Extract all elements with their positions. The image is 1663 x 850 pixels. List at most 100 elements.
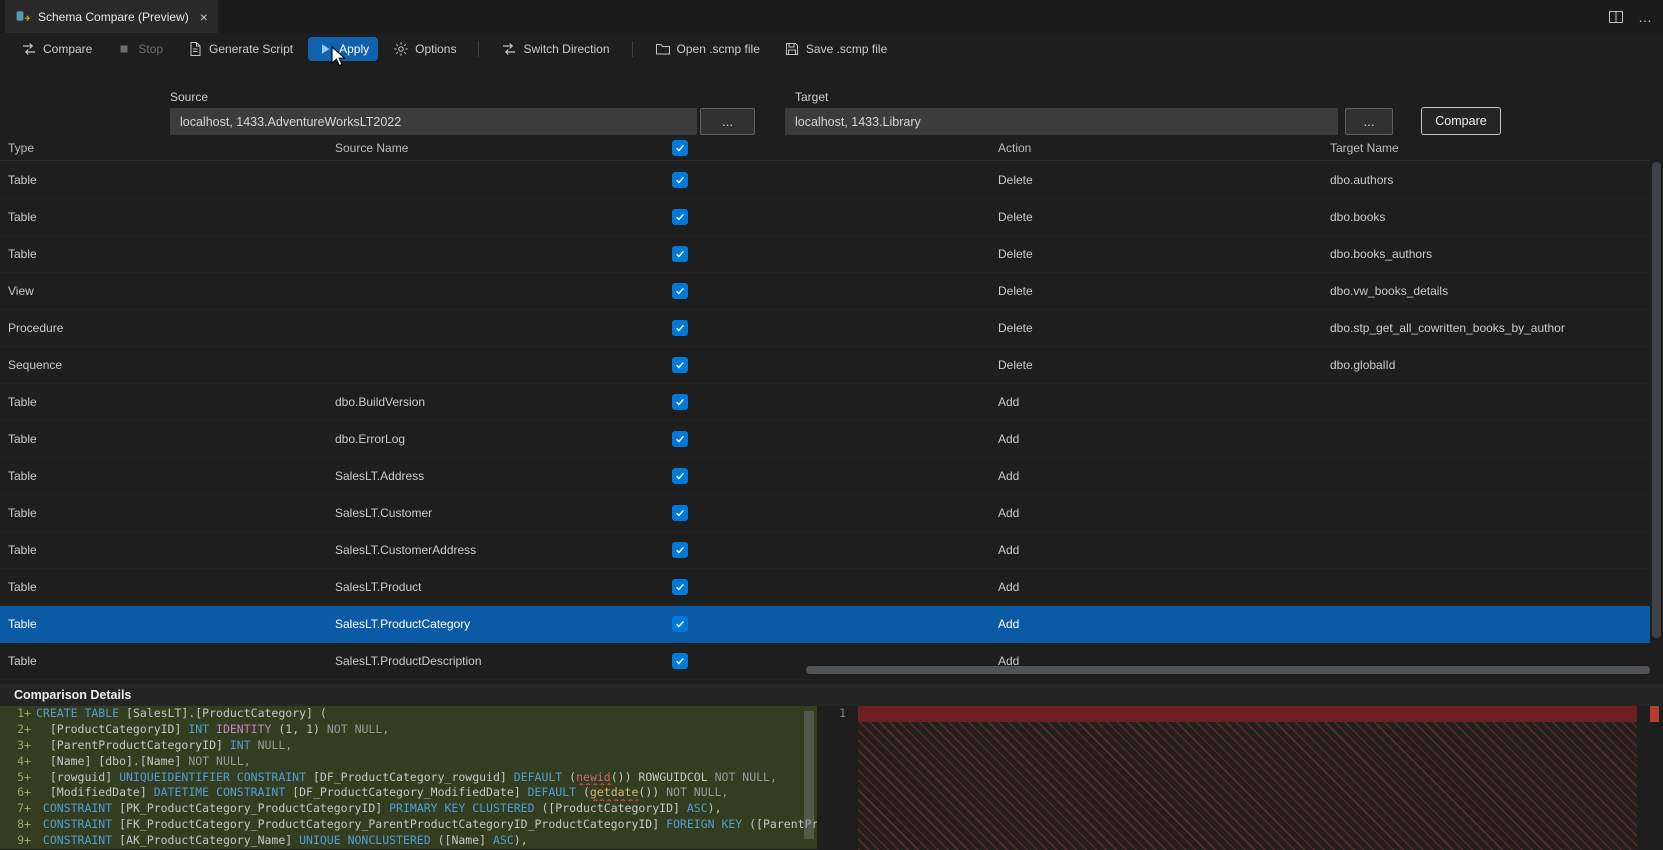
generate-script-button[interactable]: Generate Script: [178, 37, 302, 61]
include-checkbox[interactable]: [672, 246, 688, 262]
toolbar-separator: [478, 40, 480, 57]
table-row[interactable]: Table Delete dbo.authors: [0, 162, 1650, 199]
table-row[interactable]: Table Delete dbo.books_authors: [0, 236, 1650, 273]
row-type: Table: [8, 617, 37, 631]
column-type[interactable]: Type: [8, 141, 34, 155]
table-row[interactable]: Table SalesLT.Address Add: [0, 458, 1650, 495]
include-checkbox[interactable]: [672, 579, 688, 595]
row-target-name: dbo.vw_books_details: [1330, 284, 1449, 298]
removed-marker: [1650, 706, 1659, 722]
code-line: 5+ [rowguid] UNIQUEIDENTIFIER CONSTRAINT…: [0, 769, 817, 786]
split-editor-icon[interactable]: [1608, 9, 1624, 25]
include-checkbox[interactable]: [672, 172, 688, 188]
include-checkbox[interactable]: [672, 320, 688, 336]
open-scmp-button[interactable]: Open .scmp file: [646, 37, 769, 61]
more-actions-icon[interactable]: …: [1638, 9, 1653, 25]
row-action: Add: [998, 543, 1020, 557]
row-type: Table: [8, 210, 37, 224]
compare-toolbar-button[interactable]: Compare: [12, 37, 101, 61]
row-checkbox-cell: [672, 505, 688, 523]
comparison-details-header: Comparison Details: [0, 684, 1663, 706]
grid-body: Table Delete dbo.authors Table Delete dbo.boo…: [0, 162, 1650, 680]
row-type: Table: [8, 654, 37, 668]
apply-button[interactable]: Apply: [308, 36, 379, 61]
row-checkbox-cell: [672, 542, 688, 560]
open-scmp-label: Open .scmp file: [676, 41, 760, 56]
horizontal-scrollbar[interactable]: [806, 666, 1650, 674]
tab-schema-compare[interactable]: Schema Compare (Preview) ×: [5, 0, 218, 33]
include-checkbox[interactable]: [672, 431, 688, 447]
row-type: Table: [8, 432, 37, 446]
column-action[interactable]: Action: [998, 141, 1031, 155]
comparison-diff: 1+ CREATE TABLE [SalesLT].[ProductCategor…: [0, 706, 1663, 850]
column-target-name[interactable]: Target Name: [1330, 141, 1399, 155]
row-type: Table: [8, 543, 37, 557]
diff-left-scrollbar[interactable]: [804, 711, 814, 839]
table-row[interactable]: Table SalesLT.Product Add: [0, 569, 1650, 606]
row-type: Sequence: [8, 358, 63, 372]
table-row[interactable]: Table dbo.ErrorLog Add: [0, 421, 1650, 458]
switch-direction-icon: [503, 42, 516, 55]
table-row[interactable]: Sequence Delete dbo.globalId: [0, 347, 1650, 384]
row-action: Add: [998, 469, 1020, 483]
include-checkbox[interactable]: [672, 209, 688, 225]
options-button[interactable]: Options: [384, 37, 465, 61]
code-line: 4+ [Name] [dbo].[Name] NOT NULL,: [0, 753, 817, 770]
line-number: 2+: [17, 721, 31, 736]
table-row[interactable]: Table SalesLT.ProductDescription Add: [0, 643, 1650, 680]
save-scmp-button[interactable]: Save .scmp file: [775, 37, 896, 61]
row-action: Add: [998, 617, 1020, 631]
row-source-name: SalesLT.Address: [335, 469, 425, 483]
code-line: 8+ CONSTRAINT [FK_ProductCategory_Produc…: [0, 817, 817, 834]
include-checkbox[interactable]: [672, 357, 688, 373]
row-checkbox-cell: [672, 209, 688, 227]
source-input[interactable]: [170, 108, 697, 135]
row-source-name: dbo.ErrorLog: [335, 432, 406, 446]
include-checkbox[interactable]: [672, 283, 688, 299]
row-checkbox-cell: [672, 357, 688, 375]
code-line: 2+ [ProductCategoryID] INT IDENTITY (1, …: [0, 721, 817, 738]
table-row[interactable]: Table SalesLT.CustomerAddress Add: [0, 532, 1650, 569]
code-line: 9+ CONSTRAINT [AK_ProductCategory_Name] …: [0, 833, 817, 850]
vertical-scrollbar[interactable]: [1652, 162, 1661, 638]
gear-icon: [394, 41, 408, 56]
row-checkbox-cell: [672, 616, 688, 634]
options-label: Options: [415, 41, 457, 56]
include-checkbox[interactable]: [672, 468, 688, 484]
include-checkbox[interactable]: [672, 653, 688, 669]
close-icon[interactable]: ×: [200, 10, 208, 24]
row-checkbox-cell: [672, 283, 688, 301]
include-checkbox[interactable]: [672, 505, 688, 521]
source-browse-button[interactable]: ...: [700, 108, 755, 135]
row-source-name: SalesLT.Product: [335, 580, 422, 594]
select-all-checkbox[interactable]: [672, 140, 688, 156]
target-input[interactable]: [785, 108, 1338, 135]
line-number: 6+: [17, 785, 31, 800]
row-action: Add: [998, 395, 1020, 409]
table-row[interactable]: Procedure Delete dbo.stp_get_all_cowritten…: [0, 310, 1650, 347]
stop-icon: [120, 45, 128, 52]
table-row[interactable]: Table SalesLT.Customer Add: [0, 495, 1650, 532]
table-row[interactable]: View Delete dbo.vw_books_details: [0, 273, 1650, 310]
row-action: Delete: [998, 284, 1033, 298]
column-source-name[interactable]: Source Name: [335, 141, 408, 155]
target-browse-button[interactable]: ...: [1345, 108, 1393, 135]
row-type: View: [8, 284, 34, 298]
include-checkbox[interactable]: [672, 394, 688, 410]
row-target-name: dbo.globalId: [1330, 358, 1396, 372]
include-checkbox[interactable]: [672, 616, 688, 632]
table-row[interactable]: Table SalesLT.ProductCategory Add: [0, 606, 1650, 643]
row-checkbox-cell: [672, 320, 688, 338]
table-row[interactable]: Table dbo.BuildVersion Add: [0, 384, 1650, 421]
diff-source-pane[interactable]: 1+ CREATE TABLE [SalesLT].[ProductCategor…: [0, 706, 817, 850]
diff-target-pane[interactable]: 1: [824, 706, 1649, 850]
source-label: Source: [170, 90, 209, 104]
compare-action-button[interactable]: Compare: [1421, 107, 1501, 135]
table-row[interactable]: Table Delete dbo.books: [0, 199, 1650, 236]
tab-bar: Schema Compare (Preview) × …: [0, 0, 1663, 33]
comparison-details-title: Comparison Details: [14, 688, 132, 702]
schema-compare-icon: [16, 10, 31, 21]
switch-direction-button[interactable]: Switch Direction: [492, 37, 618, 61]
stop-label: Stop: [138, 41, 164, 56]
include-checkbox[interactable]: [672, 542, 688, 558]
